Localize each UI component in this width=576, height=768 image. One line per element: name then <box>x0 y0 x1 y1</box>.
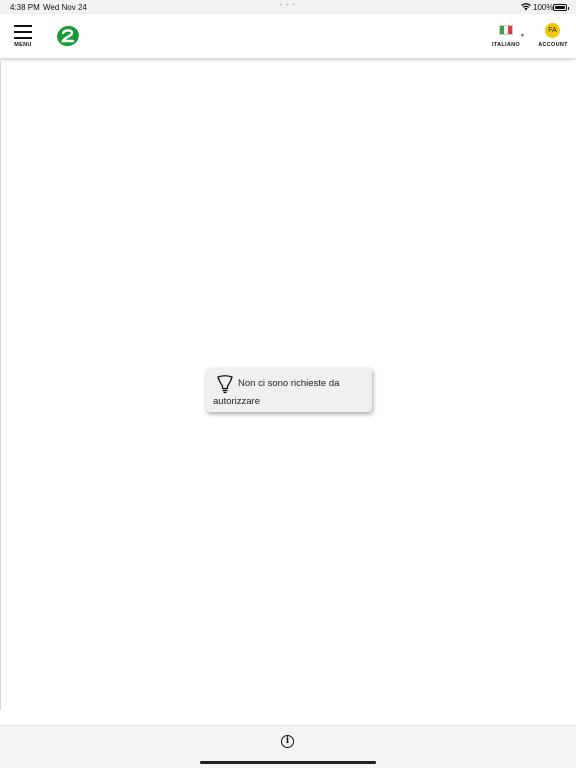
caret-down-icon: ▼ <box>520 33 525 39</box>
bottom-bar: i <box>0 725 576 768</box>
empty-state-text-line1: Non ci sono richieste da <box>238 378 340 389</box>
avatar: FA <box>545 23 560 38</box>
empty-state-text-line2: autorizzare <box>213 396 260 407</box>
info-icon[interactable]: i <box>281 735 294 748</box>
battery-percent: 100% <box>533 3 554 12</box>
status-bar: 4:38 PM Wed Nov 24 • • • 100% <box>0 0 576 14</box>
italy-flag-icon <box>499 25 513 35</box>
language-label: ITALIANO <box>492 42 520 48</box>
content-divider <box>0 60 1 710</box>
multitasking-dots[interactable]: • • • <box>280 2 296 9</box>
menu-label: MENU <box>14 42 32 48</box>
language-selector[interactable]: ▼ ITALIANO <box>488 22 526 54</box>
app-logo[interactable] <box>55 24 81 48</box>
hamburger-icon <box>10 22 36 39</box>
app-header: MENU ▼ ITALIANO FA ACCOUNT <box>0 14 576 58</box>
status-date: Wed Nov 24 <box>43 3 87 12</box>
wifi-icon <box>521 3 531 11</box>
account-label: ACCOUNT <box>538 42 568 48</box>
home-indicator[interactable] <box>200 761 376 764</box>
empty-state-message: Non ci sono richieste da autorizzare <box>206 368 372 412</box>
account-button[interactable]: FA ACCOUNT <box>536 22 570 54</box>
menu-button[interactable]: MENU <box>10 22 36 52</box>
battery-icon <box>553 4 569 11</box>
status-time: 4:38 PM <box>10 3 40 12</box>
lightbulb-icon <box>217 375 233 394</box>
